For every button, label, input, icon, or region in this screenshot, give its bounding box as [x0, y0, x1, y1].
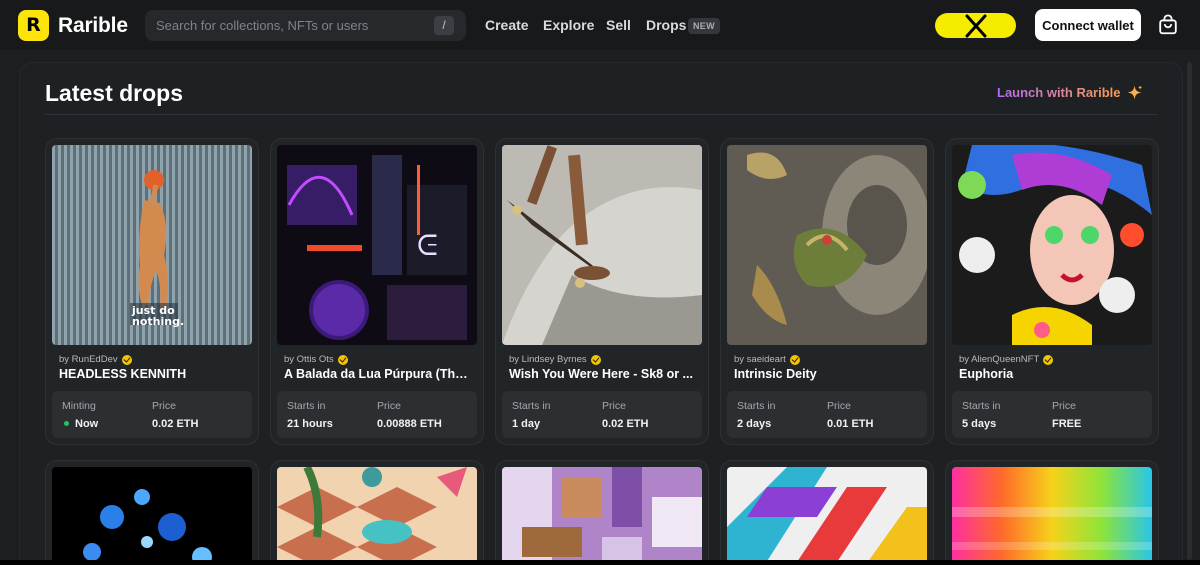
search-box[interactable]: /: [145, 10, 466, 41]
new-badge: NEW: [688, 18, 720, 34]
nav-explore[interactable]: Explore: [543, 17, 594, 33]
svg-text:ᕮ: ᕮ: [417, 229, 438, 262]
drop-thumbnail[interactable]: [502, 145, 702, 345]
live-dot-icon: [64, 420, 69, 426]
nav-drops[interactable]: Drops: [646, 17, 686, 33]
price-label: Price: [152, 400, 176, 412]
logo-text[interactable]: Rarible: [58, 14, 128, 38]
x-logo-icon: [965, 14, 986, 37]
drop-thumbnail[interactable]: [727, 467, 927, 565]
taskbar-edge: [0, 560, 1200, 565]
status-label: Minting: [62, 400, 96, 412]
creator-name[interactable]: by Lindsey Byrnes: [509, 354, 587, 365]
status-label: Starts in: [512, 400, 551, 412]
drop-info: Minting Now Price 0.02 ETH: [52, 391, 252, 438]
drop-card[interactable]: by saeideart Intrinsic Deity Starts in 2…: [720, 138, 934, 445]
price-value: 0.02 ETH: [602, 418, 649, 430]
connect-wallet-button[interactable]: Connect wallet: [1035, 9, 1141, 41]
creator-name[interactable]: by AlienQueenNFT: [959, 354, 1039, 365]
search-input[interactable]: [145, 10, 425, 41]
drop-card[interactable]: just do nothing. by RunEdDev HEADLESS KE…: [45, 138, 259, 445]
verified-badge-icon: [789, 354, 800, 365]
drop-card[interactable]: [270, 460, 484, 565]
drop-card[interactable]: by AlienQueenNFT Euphoria Starts in 5 da…: [945, 138, 1159, 445]
drop-thumbnail[interactable]: just do nothing.: [52, 145, 252, 345]
scrollbar[interactable]: [1187, 62, 1192, 560]
drop-title[interactable]: Euphoria: [959, 367, 1149, 381]
drop-title[interactable]: Wish You Were Here - Sk8 or ...: [509, 367, 699, 381]
creator-line[interactable]: by Lindsey Byrnes: [509, 354, 601, 365]
creator-name[interactable]: by Ottis Ots: [284, 354, 334, 365]
verified-badge-icon: [337, 354, 348, 365]
nav-create[interactable]: Create: [485, 17, 529, 33]
thumbnail-caption: just do nothing.: [132, 304, 185, 328]
creator-name[interactable]: by RunEdDev: [59, 354, 118, 365]
shopping-bag-icon[interactable]: [1157, 14, 1179, 36]
price-label: Price: [377, 400, 401, 412]
verified-badge-icon: [1043, 354, 1054, 365]
status-label: Starts in: [962, 400, 1001, 412]
price-value: 0.01 ETH: [827, 418, 874, 430]
creator-line[interactable]: by RunEdDev: [59, 354, 132, 365]
divider: [45, 114, 1158, 115]
nav-sell[interactable]: Sell: [606, 17, 631, 33]
verified-badge-icon: [121, 354, 132, 365]
drop-title[interactable]: HEADLESS KENNITH: [59, 367, 249, 381]
price-value: 0.00888 ETH: [377, 418, 442, 430]
drop-title[interactable]: A Balada da Lua Púrpura (The ...: [284, 367, 474, 381]
drop-card[interactable]: [495, 460, 709, 565]
creator-line[interactable]: by Ottis Ots: [284, 354, 348, 365]
drop-card[interactable]: [945, 460, 1159, 565]
drop-card[interactable]: [720, 460, 934, 565]
drop-thumbnail[interactable]: [727, 145, 927, 345]
drop-info: Starts in 21 hours Price 0.00888 ETH: [277, 391, 477, 438]
status-value: 21 hours: [287, 418, 333, 430]
price-value: FREE: [1052, 418, 1082, 430]
status-label: Starts in: [287, 400, 326, 412]
verified-badge-icon: [590, 354, 601, 365]
drop-thumbnail[interactable]: [502, 467, 702, 565]
status-label: Starts in: [737, 400, 776, 412]
search-shortcut-key: /: [434, 16, 454, 35]
price-value: 0.02 ETH: [152, 418, 199, 430]
drop-title[interactable]: Intrinsic Deity: [734, 367, 924, 381]
drop-thumbnail[interactable]: [52, 467, 252, 565]
drop-info: Starts in 1 day Price 0.02 ETH: [502, 391, 702, 438]
drop-thumbnail[interactable]: ᕮ: [277, 145, 477, 345]
drop-card[interactable]: [45, 460, 259, 565]
drop-info: Starts in 2 days Price 0.01 ETH: [727, 391, 927, 438]
drop-thumbnail[interactable]: [952, 145, 1152, 345]
drop-card[interactable]: ᕮ by Ottis Ots A Balada da Lua Púrpura (…: [270, 138, 484, 445]
status-value: 1 day: [512, 418, 541, 430]
creator-line[interactable]: by AlienQueenNFT: [959, 354, 1054, 365]
creator-line[interactable]: by saeideart: [734, 354, 800, 365]
creator-name[interactable]: by saeideart: [734, 354, 786, 365]
top-nav: R Rarible / Create Explore Sell Drops NE…: [0, 0, 1200, 50]
x-promo-button[interactable]: [935, 13, 1016, 38]
drop-card[interactable]: by Lindsey Byrnes Wish You Were Here - S…: [495, 138, 709, 445]
drop-thumbnail[interactable]: [277, 467, 477, 565]
status-value: Now: [64, 418, 98, 430]
price-label: Price: [602, 400, 626, 412]
page-title: Latest drops: [45, 80, 184, 106]
sparkle-icon: [1127, 85, 1143, 100]
drop-thumbnail[interactable]: [952, 467, 1152, 565]
status-value: 2 days: [737, 418, 772, 430]
status-value: 5 days: [962, 418, 997, 430]
price-label: Price: [1052, 400, 1076, 412]
drop-info: Starts in 5 days Price FREE: [952, 391, 1152, 438]
price-label: Price: [827, 400, 851, 412]
rarible-logo-icon[interactable]: R: [18, 10, 49, 41]
launch-with-rarible-link[interactable]: Launch with Rarible: [997, 85, 1121, 100]
